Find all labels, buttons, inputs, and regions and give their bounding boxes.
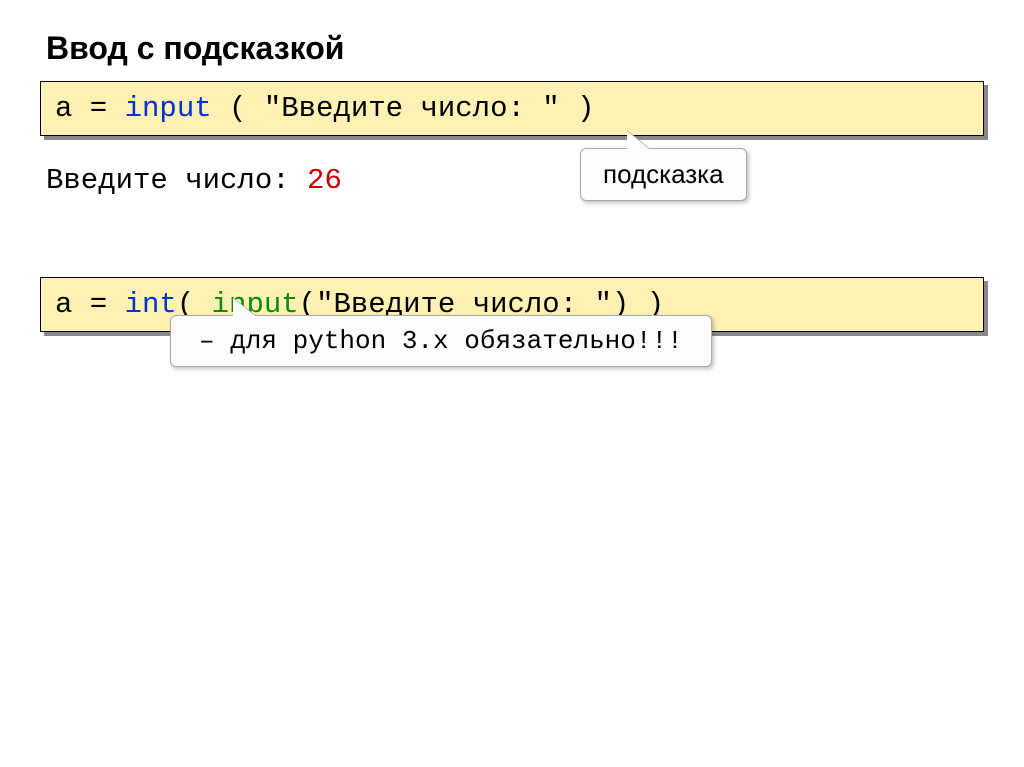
code-keyword-input: input xyxy=(125,92,212,125)
code-text-var2: a = xyxy=(55,288,125,321)
code-keyword-int: int xyxy=(125,288,177,321)
hint-callout-2: – для python 3.x обязательно!!! xyxy=(170,315,712,367)
output-label: Введите число: xyxy=(46,164,307,197)
output-value: 26 xyxy=(307,164,342,197)
callout-tail-icon xyxy=(233,298,255,316)
code-text-var: a = xyxy=(55,92,125,125)
page-title: Ввод с подсказкой xyxy=(40,30,984,67)
callout-tail-icon xyxy=(627,131,649,149)
output-line: Введите число: 26 xyxy=(40,164,984,197)
code-text-args: ( "Введите число: " ) xyxy=(212,92,595,125)
hint-callout-1: подсказка xyxy=(580,148,747,201)
code-example-1: a = input ( "Введите число: " ) xyxy=(40,81,984,136)
hint-text-2: – для python 3.x обязательно!!! xyxy=(199,326,683,356)
hint-text: подсказка xyxy=(603,159,724,189)
